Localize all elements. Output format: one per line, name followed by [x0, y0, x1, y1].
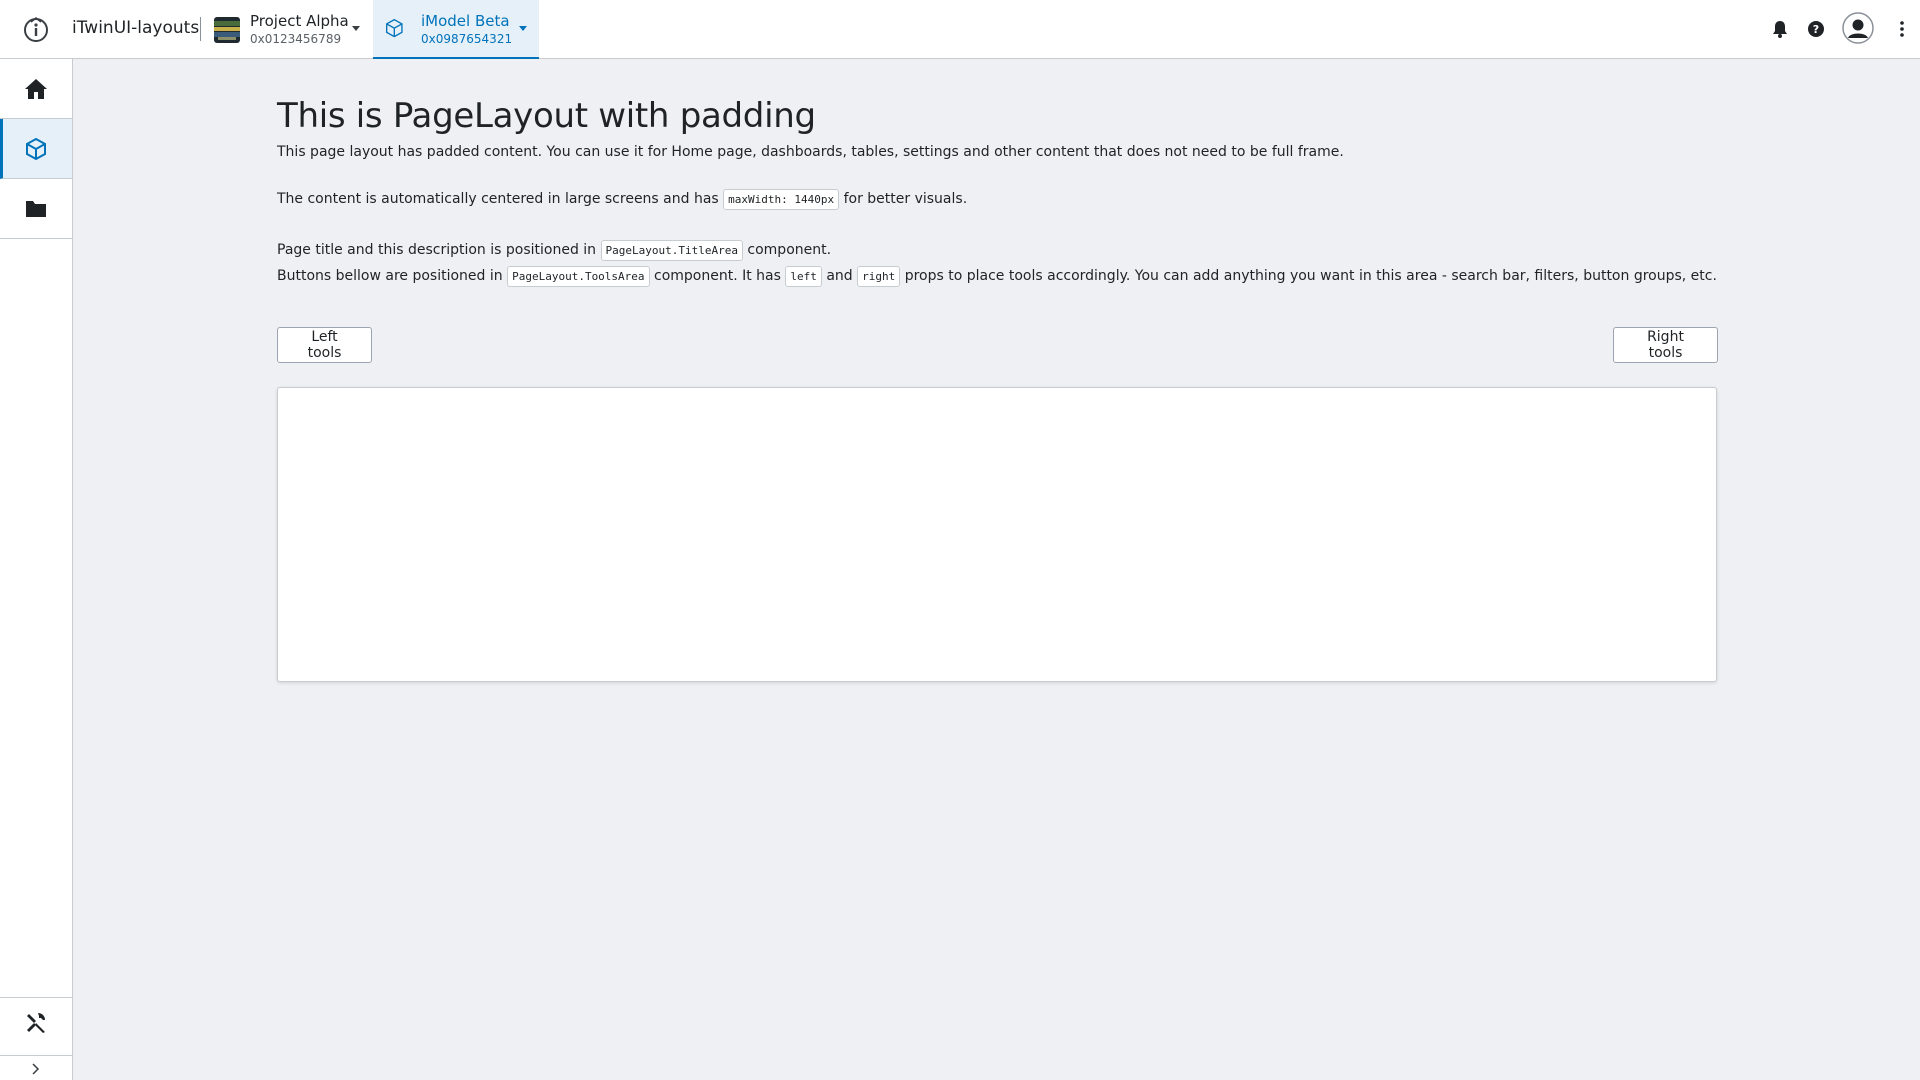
description-text: Page title and this description is posit…: [277, 242, 597, 258]
app-header: iTwinUI-layouts Project Alpha 0x01234567…: [0, 0, 1920, 59]
description-line-2: The content is automatically centered in…: [277, 189, 968, 210]
description-text: for better visuals.: [843, 191, 968, 207]
imodel-name: iModel Beta: [421, 12, 510, 30]
description-text: Buttons bellow are positioned in: [277, 268, 503, 284]
project-selector[interactable]: Project Alpha 0x0123456789: [206, 0, 366, 59]
side-navigation: [0, 59, 73, 1080]
code-snippet: PageLayout.ToolsArea: [507, 266, 650, 287]
settings-tools-icon: [27, 1013, 45, 1033]
home-icon: [25, 79, 47, 99]
code-snippet: maxWidth: 1440px: [723, 189, 840, 210]
chevron-down-icon[interactable]: [519, 26, 527, 31]
info-logo-icon[interactable]: [22, 16, 50, 44]
project-id: 0x0123456789: [250, 32, 342, 46]
folder-icon: [26, 201, 46, 217]
sidenav-item-settings[interactable]: [0, 997, 72, 1047]
imodel-selector[interactable]: iModel Beta 0x0987654321: [373, 0, 539, 59]
imodel-cube-icon: [386, 18, 403, 38]
svg-text:?: ?: [1813, 23, 1819, 36]
code-snippet: right: [857, 266, 901, 287]
description-text: This page layout has padded content. You…: [277, 144, 1344, 160]
project-name: Project Alpha: [250, 12, 349, 30]
imodel-id: 0x0987654321: [421, 32, 513, 46]
code-snippet: PageLayout.TitleArea: [600, 240, 743, 261]
sidenav-expand-button[interactable]: [0, 1055, 72, 1080]
description-line-3: Page title and this description is posit…: [277, 240, 832, 261]
user-avatar-icon[interactable]: [1842, 12, 1874, 44]
project-thumbnail: [214, 17, 240, 43]
bell-icon[interactable]: [1769, 18, 1791, 40]
description-text: The content is automatically centered in…: [277, 191, 719, 207]
right-tools-button[interactable]: Right tools: [1613, 327, 1718, 363]
more-vertical-icon[interactable]: [1895, 18, 1909, 40]
left-tools-button[interactable]: Left tools: [277, 327, 372, 363]
content-panel: [277, 387, 1717, 682]
sidenav-item-home[interactable]: [0, 59, 72, 119]
header-divider: [200, 17, 201, 41]
app-title[interactable]: iTwinUI-layouts: [72, 18, 199, 38]
description-text: and: [826, 268, 853, 284]
description-line-1: This page layout has padded content. You…: [277, 143, 1344, 161]
description-text: component.: [747, 242, 832, 258]
help-icon[interactable]: ?: [1805, 18, 1827, 40]
description-text: component. It has: [654, 268, 781, 284]
sidenav-item-folder[interactable]: [0, 179, 72, 239]
description-line-4: Buttons bellow are positioned in PageLay…: [277, 266, 1717, 287]
sidenav-item-imodel[interactable]: [0, 119, 72, 179]
imodel-cube-icon: [26, 137, 46, 161]
chevron-right-icon: [32, 1063, 40, 1075]
page-title: This is PageLayout with padding: [277, 96, 816, 136]
code-snippet: left: [785, 266, 822, 287]
description-text: props to place tools accordingly. You ca…: [904, 268, 1717, 284]
chevron-down-icon[interactable]: [352, 26, 360, 31]
